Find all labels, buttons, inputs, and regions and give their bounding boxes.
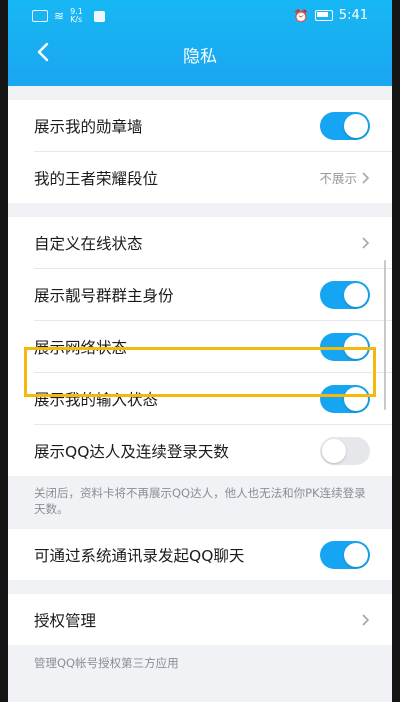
phone-bezel-right bbox=[392, 0, 400, 702]
row-right: 不展示 bbox=[319, 168, 370, 187]
settings-row-label: 自定义在线状态 bbox=[34, 234, 143, 253]
wifi-icon: ≋ bbox=[54, 9, 65, 23]
row-value: 不展示 bbox=[319, 171, 357, 186]
toggle-switch-on[interactable] bbox=[320, 332, 370, 361]
settings-row-label: 展示我的勋章墙 bbox=[34, 117, 143, 136]
chevron-right-icon bbox=[362, 236, 370, 249]
notification-icon bbox=[94, 10, 106, 22]
toggle-switch-on[interactable] bbox=[320, 540, 370, 569]
settings-row[interactable]: 自定义在线状态 bbox=[34, 217, 400, 269]
settings-row-label: 展示网络状态 bbox=[34, 338, 128, 357]
qq-expert-note: 关闭后，资料卡将不再展示QQ达人，他人也无法和你PK连续登录天数。 bbox=[34, 486, 366, 516]
sim-icon bbox=[32, 10, 48, 22]
toggle-switch-off[interactable] bbox=[320, 436, 370, 465]
settings-row[interactable]: 展示QQ达人及连续登录天数 bbox=[34, 425, 400, 476]
alarm-icon: ⏰ bbox=[293, 8, 309, 23]
settings-row[interactable]: 可通过系统通讯录发起QQ聊天 bbox=[34, 529, 400, 580]
page-title: 隐私 bbox=[183, 47, 217, 67]
authorization-note: 管理QQ帐号授权第三方应用 bbox=[34, 656, 179, 670]
chevron-right-icon bbox=[362, 171, 370, 184]
settings-row[interactable]: 展示我的勋章墙 bbox=[34, 100, 400, 152]
row-right bbox=[361, 236, 370, 250]
scrollbar[interactable] bbox=[384, 260, 386, 410]
settings-list: 展示我的勋章墙 我的王者荣耀段位 不展示 自定义在线状态展示靓号群群主身份 展示网络状… bbox=[0, 86, 400, 681]
settings-group-authorization: 授权管理 bbox=[0, 594, 400, 645]
phone-screen: ≋ 9.1 K/s ⏰ 5:41 隐私 展示我的勋章墙 我的王者荣耀段位 不展示 自… bbox=[0, 0, 400, 702]
settings-row[interactable]: 展示我的输入状态 bbox=[34, 373, 400, 425]
toggle-switch-on[interactable] bbox=[320, 280, 370, 309]
network-speed: 9.1 K/s bbox=[70, 7, 83, 24]
toggle-switch-on[interactable] bbox=[320, 384, 370, 413]
row-right bbox=[361, 613, 370, 627]
chevron-right-icon bbox=[362, 613, 370, 626]
settings-row-label: 可通过系统通讯录发起QQ聊天 bbox=[34, 546, 245, 565]
settings-row-label: 展示QQ达人及连续登录天数 bbox=[34, 442, 229, 461]
settings-row[interactable]: 授权管理 bbox=[34, 594, 400, 645]
settings-row[interactable]: 我的王者荣耀段位 不展示 bbox=[34, 152, 400, 203]
toggle-switch-on[interactable] bbox=[320, 111, 370, 140]
settings-row[interactable]: 展示网络状态 bbox=[34, 321, 400, 373]
settings-row-label: 展示我的输入状态 bbox=[34, 390, 159, 409]
settings-group-medals: 展示我的勋章墙 我的王者荣耀段位 不展示 bbox=[0, 100, 400, 203]
settings-row-label: 我的王者荣耀段位 bbox=[34, 169, 159, 188]
settings-row[interactable]: 展示靓号群群主身份 bbox=[34, 269, 400, 321]
battery-icon bbox=[314, 10, 333, 21]
settings-group-status: 自定义在线状态展示靓号群群主身份 展示网络状态展示我的输入状态展示QQ达人及连续登… bbox=[0, 217, 400, 476]
settings-row-label: 授权管理 bbox=[34, 611, 97, 630]
title-bar: ≋ 9.1 K/s ⏰ 5:41 隐私 bbox=[0, 0, 400, 86]
settings-group-contacts: 可通过系统通讯录发起QQ聊天 bbox=[0, 529, 400, 580]
phone-bezel-left bbox=[0, 0, 8, 702]
clock: 5:41 bbox=[338, 8, 368, 23]
status-bar: ≋ 9.1 K/s ⏰ 5:41 bbox=[32, 8, 368, 28]
settings-row-label: 展示靓号群群主身份 bbox=[34, 286, 174, 305]
